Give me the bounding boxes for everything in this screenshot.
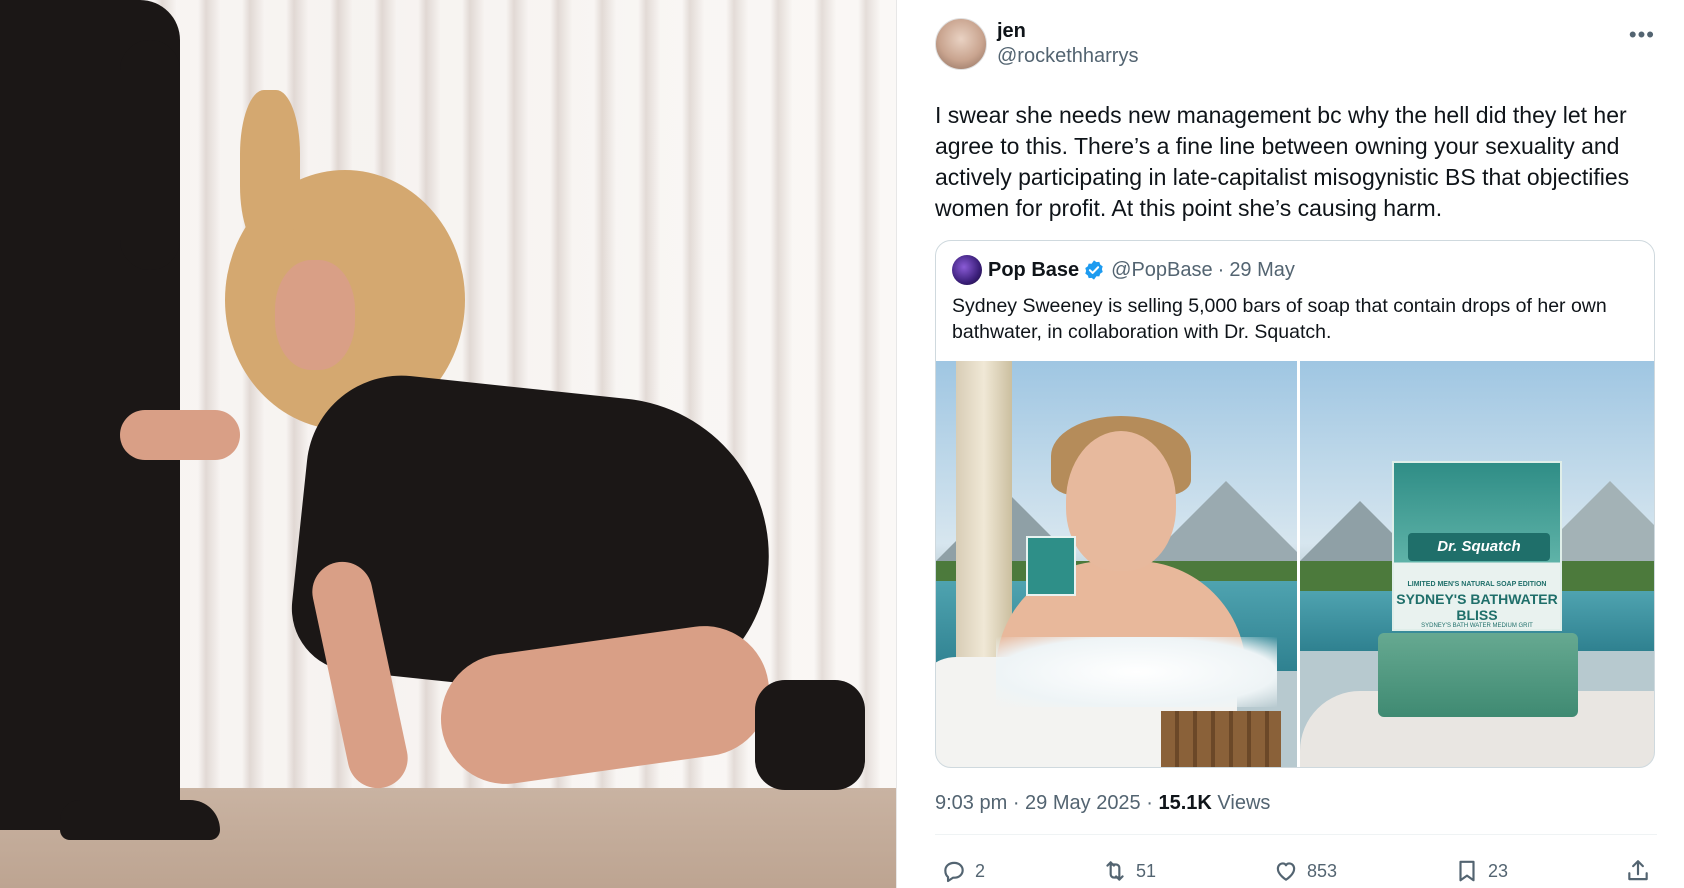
share-button[interactable] [1625,858,1651,884]
verified-badge-icon [1085,260,1103,280]
hand [120,410,240,460]
soap-brand-label: Dr. Squatch [1407,533,1550,561]
tweet: jen @rockethharrys ••• I swear she needs… [935,16,1657,888]
soap-box-held [1026,536,1076,596]
reply-count: 2 [975,860,986,881]
display-name[interactable]: jen [997,19,1138,43]
quote-tweet[interactable]: Pop Base @PopBase · 29 May Sydney Sweene… [935,240,1655,768]
pillar [956,361,1012,661]
heels [755,680,865,790]
repost-count: 51 [1135,860,1157,881]
soap-bar [1377,633,1578,717]
divider [935,834,1657,835]
tweet-date[interactable]: 29 May 2025 [1025,792,1141,815]
ellipsis-icon[interactable]: ••• [1629,22,1655,48]
face [275,260,355,370]
soap-product-name: SYDNEY'S BATHWATER BLISS [1396,591,1558,623]
soap-tagline: LIMITED MEN'S NATURAL SOAP EDITION [1407,581,1547,588]
quote-media-grid: Dr. Squatch LIMITED MEN'S NATURAL SOAP E… [936,361,1654,767]
bookmark-button[interactable]: 23 [1454,858,1508,884]
quote-separator: · [1217,258,1225,281]
heart-icon [1276,862,1296,881]
repost-button[interactable]: 51 [1102,858,1156,884]
reply-button[interactable]: 2 [941,858,985,884]
soap-small-print: SYDNEY'S BATH WATER MEDIUM GRIT [1421,623,1533,629]
suit-arm [120,40,180,270]
tweet-text: I swear she needs new management bc why … [935,102,1630,221]
tweet-panel: jen @rockethharrys ••• I swear she needs… [896,0,1684,888]
author-names: jen @rockethharrys [997,19,1138,69]
quote-text: Sydney Sweeney is selling 5,000 bars of … [952,295,1607,343]
wooden-tray [1161,711,1281,767]
quote-header: Pop Base @PopBase · 29 May [936,241,1654,285]
soap-box: Dr. Squatch LIMITED MEN'S NATURAL SOAP E… [1391,461,1562,631]
person-face [1066,431,1176,571]
like-button[interactable]: 853 [1273,858,1337,884]
quote-display-name[interactable]: Pop Base [988,259,1079,282]
handle[interactable]: @rockethharrys [997,43,1138,69]
meta-separator: · [1007,791,1026,814]
photo-panel [0,0,896,888]
bubbles [996,637,1277,707]
hair-pulled [240,90,300,250]
media-image-soap[interactable]: Dr. Squatch LIMITED MEN'S NATURAL SOAP E… [1299,361,1654,767]
media-image-bathtub[interactable] [936,361,1297,767]
quote-avatar[interactable] [952,255,982,285]
bookmark-icon [1459,860,1475,882]
action-bar: 2 51 853 23 [935,841,1657,888]
meta-separator: · [1140,791,1159,814]
avatar[interactable] [935,18,987,70]
shoe [60,800,220,840]
quote-handle[interactable]: @PopBase [1111,259,1212,282]
repost-icon [1106,861,1124,881]
views-label-text: Views [1217,791,1271,814]
bookmark-count: 23 [1488,860,1509,881]
views-count: 15.1K [1158,791,1212,814]
author-row: jen @rockethharrys ••• [935,16,1657,72]
quote-date[interactable]: 29 May [1229,259,1295,282]
like-count: 853 [1306,860,1338,881]
reply-icon [944,861,964,883]
tweet-meta: 9:03 pm · 29 May 2025 · 15.1K Views [935,788,1657,818]
share-icon [1628,860,1648,881]
tweet-time[interactable]: 9:03 pm [935,792,1007,815]
